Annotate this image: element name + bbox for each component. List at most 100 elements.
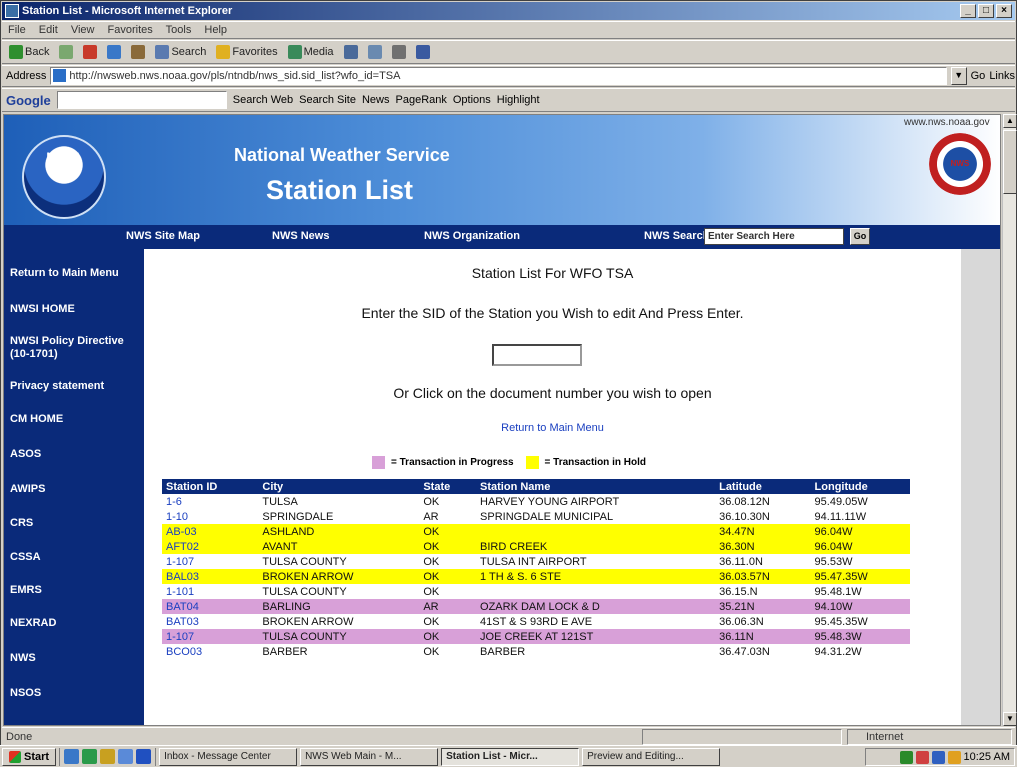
col-state: State <box>419 479 477 494</box>
volume-icon[interactable] <box>947 750 961 764</box>
vertical-scrollbar[interactable]: ▲ ▼ <box>1002 114 1017 726</box>
cell-state: AR <box>423 510 439 523</box>
right-margin <box>961 249 1000 725</box>
address-dropdown-button[interactable]: ▼ <box>950 67 967 85</box>
favorites-button[interactable]: Favorites <box>213 43 280 61</box>
search-button[interactable]: Search <box>152 43 209 61</box>
close-button[interactable]: × <box>996 4 1012 18</box>
google-search-input[interactable] <box>56 91 227 109</box>
menu-file[interactable]: File <box>8 24 26 36</box>
nws-seal-logo[interactable]: NWS <box>929 133 991 195</box>
mail-button[interactable] <box>365 43 385 61</box>
cell-station-id[interactable]: 1-107 <box>162 554 258 569</box>
left-sidebar: Return to Main Menu NWSI HOME NWSI Polic… <box>4 249 144 725</box>
antivirus-icon[interactable] <box>915 750 929 764</box>
cell-station-name: JOE CREEK AT 121ST <box>480 630 594 643</box>
google-logo[interactable]: Google <box>6 93 51 108</box>
messenger-icon[interactable] <box>931 750 945 764</box>
sidebar-item-nsos[interactable]: NSOS <box>10 687 140 700</box>
cell-station-id[interactable]: BAT04 <box>162 599 258 614</box>
print-button[interactable] <box>389 43 409 61</box>
menu-favorites[interactable]: Favorites <box>108 24 153 36</box>
sidebar-item-cm-home[interactable]: CM HOME <box>10 413 140 426</box>
go-button[interactable]: Go <box>971 70 986 82</box>
nav-site-map[interactable]: NWS Site Map <box>126 230 200 242</box>
security-zone: Internet <box>847 729 1012 745</box>
cell-station-id[interactable]: BAL03 <box>162 569 258 584</box>
cell-station-id[interactable]: BAT03 <box>162 614 258 629</box>
task-preview-editing[interactable]: Preview and Editing... <box>582 747 721 766</box>
cell-station-id[interactable]: AFT02 <box>162 539 258 554</box>
desktop-icon[interactable] <box>64 749 80 764</box>
sidebar-item-cssa[interactable]: CSSA <box>10 551 140 564</box>
sidebar-item-crs[interactable]: CRS <box>10 517 140 530</box>
sidebar-item-policy-directive[interactable]: NWSI Policy Directive (10-1701) <box>10 335 140 361</box>
cell-station-id[interactable]: 1-101 <box>162 584 258 599</box>
google-search-site-button[interactable]: Search Site <box>299 94 356 106</box>
sidebar-item-nwsi-home[interactable]: NWSI HOME <box>10 303 140 316</box>
nws-search-go-button[interactable]: Go <box>850 228 870 245</box>
menu-edit[interactable]: Edit <box>39 24 58 36</box>
links-button[interactable]: Links <box>989 70 1015 82</box>
sidebar-item-privacy[interactable]: Privacy statement <box>10 380 140 393</box>
cell-longitude: 94.11.11W <box>814 510 867 523</box>
media-player-icon[interactable] <box>118 749 134 764</box>
forward-button[interactable] <box>56 43 76 61</box>
ie-launch-icon[interactable] <box>82 749 98 764</box>
home-button[interactable] <box>128 43 148 61</box>
sidebar-item-asos[interactable]: ASOS <box>10 448 140 461</box>
scroll-thumb[interactable] <box>1003 130 1017 194</box>
menu-tools[interactable]: Tools <box>166 24 192 36</box>
outlook-icon[interactable] <box>100 749 116 764</box>
google-highlight-button[interactable]: Highlight <box>497 94 540 106</box>
sidebar-item-return-main[interactable]: Return to Main Menu <box>10 267 140 280</box>
sidebar-item-awips[interactable]: AWIPS <box>10 483 140 496</box>
edit-button[interactable] <box>413 43 433 61</box>
cell-longitude: 95.48.3W <box>814 630 862 643</box>
network-icon[interactable] <box>899 750 913 764</box>
scroll-down-button[interactable]: ▼ <box>1003 712 1017 726</box>
sidebar-item-nexrad[interactable]: NEXRAD <box>10 617 140 630</box>
start-button[interactable]: Start <box>2 747 57 766</box>
word-icon[interactable] <box>136 749 152 764</box>
cell-station-id[interactable]: AB-03 <box>162 524 258 539</box>
sidebar-item-nws[interactable]: NWS <box>10 652 140 665</box>
task-nws-web[interactable]: NWS Web Main - M... <box>300 747 439 766</box>
task-inbox[interactable]: Inbox - Message Center <box>159 747 298 766</box>
address-input[interactable]: http://nwsweb.nws.noaa.gov/pls/ntndb/nws… <box>50 67 947 85</box>
history-button[interactable] <box>341 43 361 61</box>
cell-state: OK <box>423 615 440 628</box>
cell-station-id[interactable]: 1-107 <box>162 629 258 644</box>
cell-city: TULSA COUNTY <box>262 630 347 643</box>
cell-station-id[interactable]: 1-10 <box>162 509 258 524</box>
sidebar-item-emrs[interactable]: EMRS <box>10 584 140 597</box>
nav-news[interactable]: NWS News <box>272 230 329 242</box>
google-news-button[interactable]: News <box>362 94 390 106</box>
table-row: BCO03 BARBER OK BARBER 36.47.03N 94.31.2W <box>162 644 910 659</box>
nws-search-input[interactable]: Enter Search Here <box>704 228 844 245</box>
cell-station-name: HARVEY YOUNG AIRPORT <box>480 495 620 508</box>
sid-input[interactable] <box>492 344 582 366</box>
google-options-button[interactable]: Options <box>453 94 491 106</box>
return-main-menu-link[interactable]: Return to Main Menu <box>144 422 961 434</box>
cell-longitude: 95.48.1W <box>814 585 862 598</box>
nws-home-link[interactable]: www.nws.noaa.gov <box>904 117 990 128</box>
google-search-web-button[interactable]: Search Web <box>233 94 293 106</box>
refresh-button[interactable] <box>104 43 124 61</box>
nav-organization[interactable]: NWS Organization <box>424 230 520 242</box>
noaa-logo[interactable]: NOAA <box>22 135 106 219</box>
minimize-button[interactable]: _ <box>960 4 976 18</box>
mail-icon <box>367 45 382 59</box>
task-station-list[interactable]: Station List - Micr... <box>441 747 580 766</box>
scroll-up-button[interactable]: ▲ <box>1003 114 1017 128</box>
menu-help[interactable]: Help <box>204 24 227 36</box>
cell-station-id[interactable]: 1-6 <box>162 494 258 509</box>
media-button[interactable]: Media <box>285 43 337 61</box>
cell-station-id[interactable]: BCO03 <box>162 644 258 659</box>
agency-title: National Weather Service <box>234 145 450 165</box>
menu-view[interactable]: View <box>71 24 95 36</box>
maximize-button[interactable]: □ <box>978 4 994 18</box>
stop-button[interactable] <box>80 43 100 61</box>
back-button[interactable]: Back <box>6 43 52 61</box>
browser-window: Station List - Microsoft Internet Explor… <box>0 0 1017 767</box>
